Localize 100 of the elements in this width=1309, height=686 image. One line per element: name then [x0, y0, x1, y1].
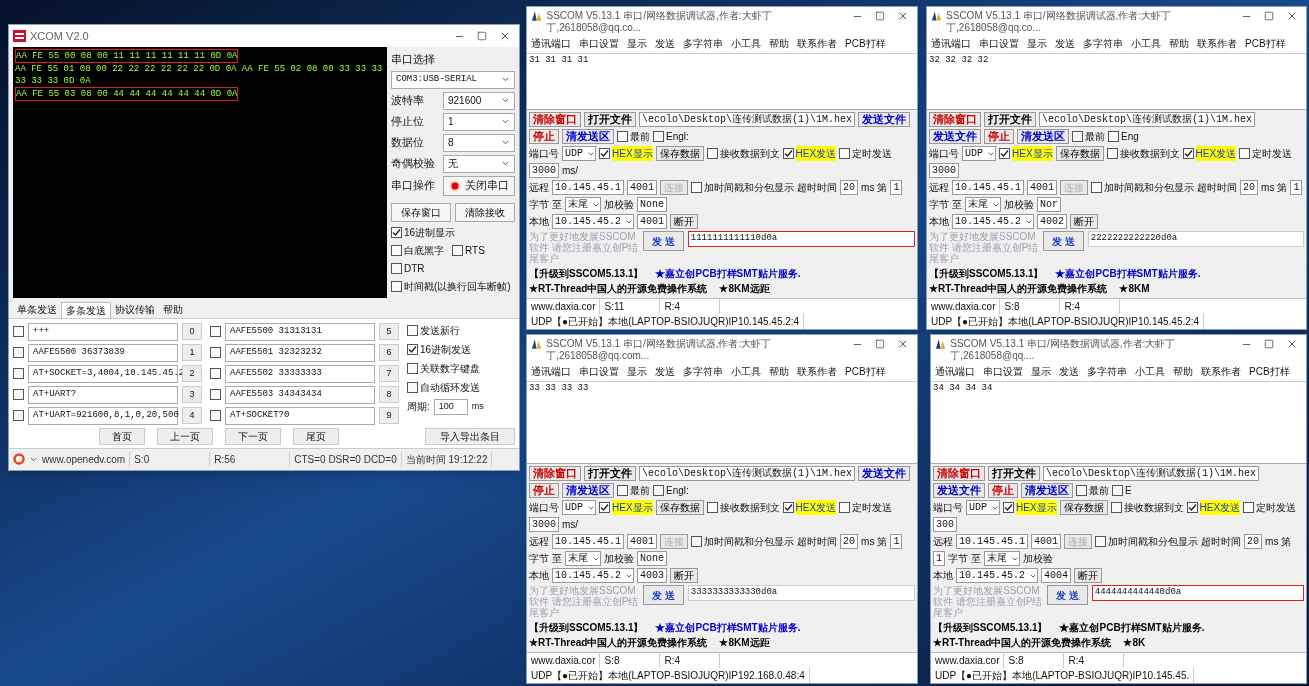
- input-field[interactable]: 4001: [627, 534, 658, 549]
- input-field[interactable]: \ecolo\Desktop\连传测试数据(1)\1M.hex: [639, 112, 856, 127]
- input-field[interactable]: None: [637, 551, 667, 566]
- checkbox[interactable]: [1091, 182, 1103, 193]
- toolbar-button[interactable]: 断开: [670, 568, 699, 583]
- menu-item[interactable]: 发送: [1055, 36, 1075, 51]
- send-button[interactable]: 发 送: [643, 585, 684, 605]
- toolbar-button[interactable]: 打开文件: [988, 466, 1040, 481]
- send-index-button[interactable]: 2: [182, 365, 202, 382]
- promo-link[interactable]: 【升级到SSCOM5.13.1】: [529, 266, 644, 281]
- toolbar-button[interactable]: 停止: [529, 129, 559, 144]
- send-index-button[interactable]: 4: [182, 407, 202, 424]
- menu-item[interactable]: 显示: [1027, 36, 1047, 51]
- input-field[interactable]: 10.145.45.1: [552, 534, 624, 549]
- close-port-button[interactable]: 关闭串口: [443, 175, 515, 196]
- checkbox[interactable]: [1095, 536, 1107, 547]
- input-field[interactable]: \ecolo\Desktop\连传测试数据(1)\1M.hex: [1039, 112, 1256, 127]
- maximize-icon[interactable]: [1264, 11, 1274, 21]
- setting-dropdown[interactable]: 8: [443, 133, 515, 152]
- maximize-icon[interactable]: [875, 11, 885, 21]
- send-field[interactable]: 1111111111110d0a: [687, 231, 915, 247]
- checkbox[interactable]: [452, 244, 463, 256]
- input-field[interactable]: 4001: [627, 180, 658, 195]
- setting-dropdown[interactable]: 1: [443, 112, 515, 131]
- input-field[interactable]: 3000: [529, 517, 559, 532]
- menu-item[interactable]: 小工具: [731, 36, 761, 51]
- send-index-button[interactable]: 7: [379, 365, 399, 382]
- checkbox[interactable]: [599, 502, 610, 513]
- promo-link[interactable]: ★嘉立创PCB打样SMT贴片服务.: [1059, 620, 1205, 635]
- menu-item[interactable]: 发送: [655, 364, 675, 379]
- checkbox[interactable]: [407, 381, 418, 393]
- send-index-button[interactable]: 1: [182, 344, 202, 361]
- send-field[interactable]: AAFE5503 34343434: [225, 385, 375, 404]
- tab[interactable]: 协议传输: [111, 301, 159, 318]
- menu-item[interactable]: 帮助: [769, 364, 789, 379]
- menu-item[interactable]: 小工具: [1131, 36, 1161, 51]
- tab[interactable]: 单条发送: [13, 301, 61, 318]
- close-icon[interactable]: [897, 10, 909, 22]
- promo-link[interactable]: 【升级到SSCOM5.13.1】: [529, 620, 644, 635]
- maximize-icon[interactable]: [1264, 339, 1274, 349]
- checkbox[interactable]: [407, 343, 418, 355]
- period-field[interactable]: 100: [433, 398, 468, 415]
- promo-link[interactable]: ★RT-Thread中国人的开源免费操作系统: [933, 635, 1112, 650]
- dropdown[interactable]: 10.145.45.2: [956, 568, 1038, 583]
- menu-item[interactable]: 多字符串: [1083, 36, 1123, 51]
- toolbar-button[interactable]: 保存数据: [1055, 146, 1104, 161]
- toolbar-button[interactable]: 清除窗口: [529, 466, 581, 481]
- tab[interactable]: 多条发送: [61, 301, 111, 318]
- menu-item[interactable]: 帮助: [1169, 36, 1189, 51]
- toolbar-button[interactable]: 发送文件: [858, 112, 911, 127]
- dropdown[interactable]: 末尾: [965, 197, 1001, 212]
- menu-item[interactable]: 发送: [655, 36, 675, 51]
- menu-item[interactable]: 串口设置: [579, 36, 619, 51]
- close-icon[interactable]: [897, 338, 909, 350]
- dropdown[interactable]: UDP: [562, 146, 596, 161]
- toolbar-button[interactable]: 断开: [1074, 568, 1103, 583]
- input-field[interactable]: 4004: [1041, 568, 1072, 583]
- menu-item[interactable]: 多字符串: [683, 36, 723, 51]
- toolbar-button[interactable]: 打开文件: [584, 112, 636, 127]
- input-field[interactable]: 4001: [1027, 180, 1058, 195]
- checkbox[interactable]: [691, 536, 703, 547]
- toolbar-button[interactable]: 清发送区: [562, 483, 614, 498]
- menu-item[interactable]: 串口设置: [979, 36, 1019, 51]
- input-field[interactable]: 300: [933, 517, 957, 532]
- send-index-button[interactable]: 9: [379, 407, 399, 424]
- send-field[interactable]: AAFE5500 36373839: [28, 343, 178, 362]
- menu-item[interactable]: 显示: [627, 364, 647, 379]
- menu-item[interactable]: PCB打样: [845, 364, 886, 379]
- send-index-button[interactable]: 8: [379, 386, 399, 403]
- checkbox[interactable]: [391, 262, 402, 274]
- menu-item[interactable]: 通讯端口: [531, 364, 571, 379]
- checkbox[interactable]: [13, 368, 24, 379]
- menu-item[interactable]: 小工具: [1135, 364, 1165, 379]
- toolbar-button[interactable]: 清除窗口: [933, 466, 985, 481]
- menu-item[interactable]: 串口设置: [983, 364, 1023, 379]
- promo-link[interactable]: ★8KM远距: [719, 635, 770, 650]
- input-field[interactable]: 4001: [1031, 534, 1062, 549]
- checkbox[interactable]: [691, 182, 703, 193]
- checkbox[interactable]: [210, 326, 221, 337]
- send-field[interactable]: AT+SOCKET?0: [225, 406, 375, 425]
- input-field[interactable]: 20: [840, 534, 859, 549]
- input-field[interactable]: 20: [1240, 180, 1259, 195]
- promo-link[interactable]: ★8KM远距: [719, 281, 770, 296]
- input-field[interactable]: 10.145.45.1: [956, 534, 1028, 549]
- toolbar-button[interactable]: 保存数据: [1059, 500, 1108, 515]
- menu-item[interactable]: 联系作者: [797, 36, 837, 51]
- toolbar-button[interactable]: 保存数据: [655, 500, 704, 515]
- toolbar-button[interactable]: 停止: [988, 483, 1018, 498]
- input-field[interactable]: \ecolo\Desktop\连传测试数据(1)\1M.hex: [639, 466, 856, 481]
- dropdown[interactable]: 10.145.45.2: [552, 568, 634, 583]
- checkbox[interactable]: [1072, 131, 1083, 142]
- send-button[interactable]: 发 送: [643, 231, 684, 251]
- input-field[interactable]: 4002: [1037, 214, 1068, 229]
- menu-item[interactable]: 帮助: [769, 36, 789, 51]
- input-field[interactable]: 10.145.45.1: [952, 180, 1024, 195]
- menu-item[interactable]: 串口设置: [579, 364, 619, 379]
- pager-button[interactable]: 尾页: [293, 427, 339, 445]
- input-field[interactable]: \ecolo\Desktop\连传测试数据(1)\1M.hex: [1043, 466, 1260, 481]
- send-button[interactable]: 发 送: [1043, 231, 1084, 251]
- promo-link[interactable]: ★8K: [1123, 635, 1146, 650]
